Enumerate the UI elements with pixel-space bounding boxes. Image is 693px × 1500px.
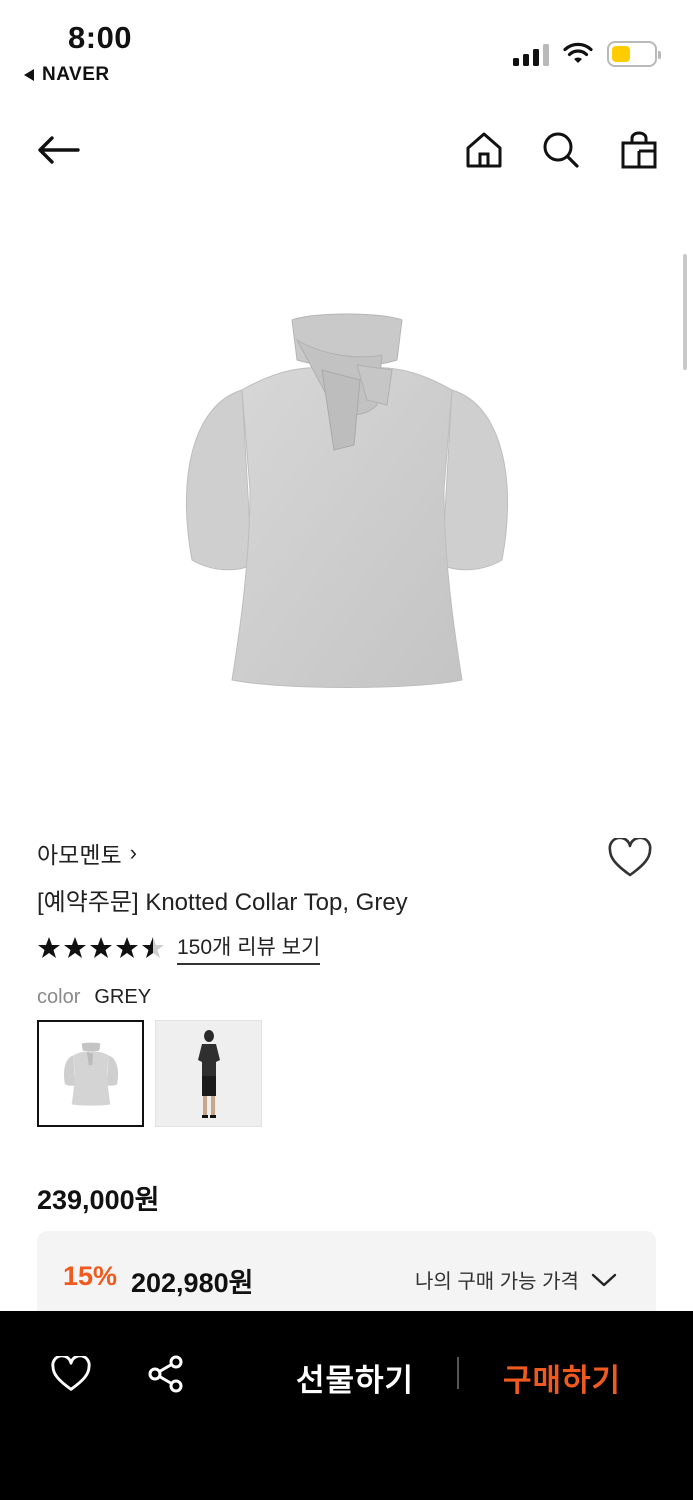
original-price: 239,000원 [37, 1185, 160, 1215]
rating-row: 150개 리뷰 보기 [37, 931, 321, 965]
heart-outline-icon [608, 838, 652, 877]
signal-icon [513, 42, 549, 66]
status-icons [513, 41, 661, 67]
bottom-action-bar: 선물하기 구매하기 [0, 1311, 693, 1500]
my-price-toggle[interactable]: 나의 구매 가능 가격 [415, 1265, 617, 1294]
back-app-label: NAVER [42, 64, 110, 85]
blouse-thumbnail [63, 1042, 118, 1106]
home-button[interactable] [460, 126, 508, 174]
battery-icon [607, 41, 661, 67]
review-link[interactable]: 150개 리뷰 보기 [177, 931, 321, 965]
color-swatch-model[interactable] [155, 1020, 262, 1127]
nav-bar [0, 110, 693, 190]
discount-percent: 15% [63, 1261, 118, 1291]
color-label: color [37, 986, 81, 1008]
back-button[interactable] [34, 126, 82, 174]
discount-price: 202,980원 [131, 1268, 254, 1298]
star-icon [90, 937, 112, 958]
shopping-bag-button[interactable] [615, 126, 663, 174]
color-swatch-grey[interactable] [37, 1020, 144, 1127]
star-rating [37, 936, 165, 960]
color-value: GREY [94, 986, 152, 1008]
star-icon [116, 937, 138, 958]
my-price-label: 나의 구매 가능 가격 [415, 1271, 579, 1293]
star-icon [64, 937, 86, 958]
share-button[interactable] [143, 1351, 189, 1397]
chevron-right-icon: › [129, 840, 137, 865]
wishlist-button[interactable] [606, 834, 654, 882]
brand-link[interactable]: 아모멘토 › [37, 836, 137, 870]
home-icon [466, 132, 502, 168]
star-half-icon [142, 937, 164, 958]
scroll-indicator[interactable] [683, 254, 687, 370]
divider [457, 1357, 459, 1389]
gift-button[interactable]: 선물하기 [296, 1355, 414, 1400]
brand-name: 아모멘토 [37, 842, 122, 868]
back-triangle-icon [24, 69, 34, 81]
star-icon [38, 937, 60, 958]
shopping-bag-icon [621, 131, 657, 169]
share-icon [148, 1355, 183, 1393]
wifi-icon [563, 42, 593, 63]
back-to-app-link[interactable]: NAVER [24, 64, 110, 86]
model-thumbnail [197, 1029, 220, 1118]
search-icon [543, 132, 579, 168]
product-image[interactable] [0, 210, 693, 790]
status-time: 8:00 [68, 20, 133, 55]
buy-button[interactable]: 구매하기 [503, 1355, 621, 1400]
heart-outline-icon [51, 1356, 91, 1391]
status-bar: 8:00 NAVER [0, 0, 693, 96]
bottom-wishlist-button[interactable] [48, 1351, 94, 1397]
product-title: [예약주문] Knotted Collar Top, Grey [37, 889, 408, 916]
blouse-image [185, 313, 508, 688]
color-row: color GREY [37, 986, 151, 1009]
back-arrow-icon [38, 136, 80, 164]
search-button[interactable] [537, 126, 585, 174]
chevron-down-icon [591, 1273, 617, 1286]
